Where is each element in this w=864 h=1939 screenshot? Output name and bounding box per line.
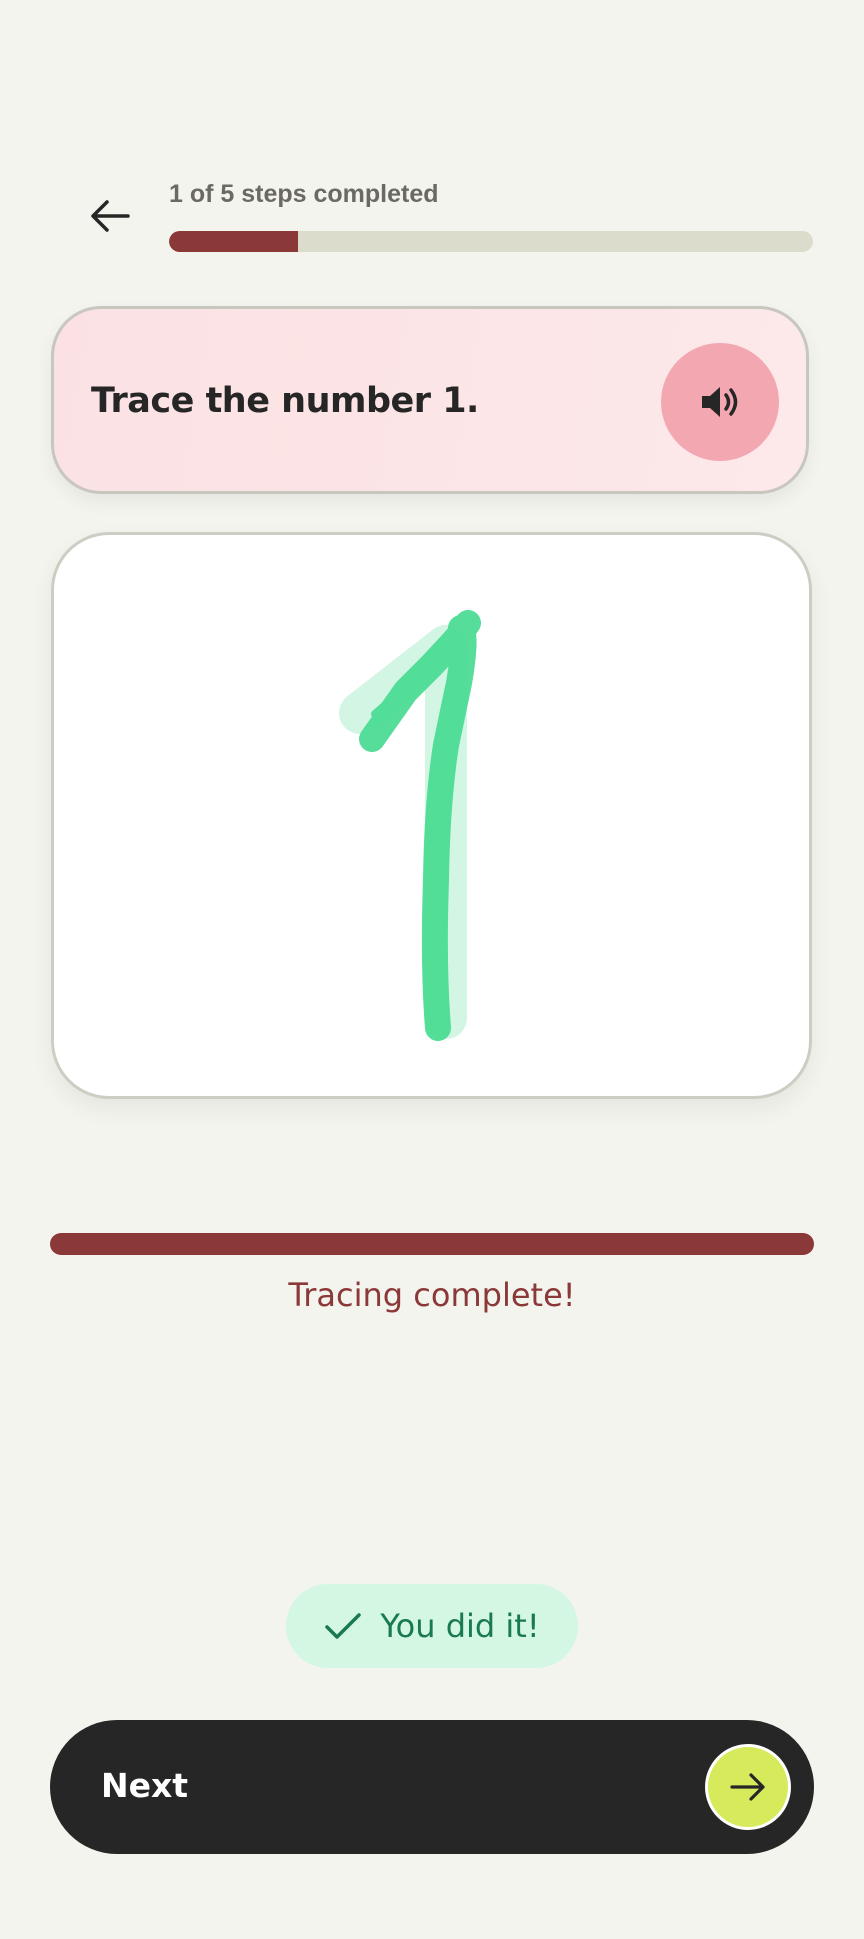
tracing-progress-fill bbox=[50, 1233, 814, 1255]
arrow-right-icon bbox=[730, 1773, 765, 1801]
success-badge: You did it! bbox=[286, 1584, 578, 1668]
tracing-status-text: Tracing complete! bbox=[288, 1276, 576, 1314]
instruction-card: Trace the number 1. bbox=[51, 306, 809, 494]
arrow-left-icon bbox=[91, 200, 130, 232]
instruction-text: Trace the number 1. bbox=[91, 381, 479, 421]
steps-progress-text: 1 of 5 steps completed bbox=[169, 180, 439, 208]
tracing-progress-bar bbox=[50, 1233, 814, 1255]
check-icon bbox=[325, 1613, 362, 1639]
next-arrow-circle bbox=[705, 1744, 791, 1830]
success-text: You did it! bbox=[380, 1607, 540, 1645]
steps-progress-bar bbox=[169, 231, 813, 252]
speaker-icon bbox=[702, 387, 738, 417]
play-audio-button[interactable] bbox=[661, 343, 779, 461]
steps-progress-fill bbox=[169, 231, 298, 252]
back-button[interactable] bbox=[80, 186, 140, 246]
tracing-canvas[interactable] bbox=[51, 532, 812, 1099]
next-button[interactable]: Next bbox=[50, 1720, 814, 1854]
tracing-drawing bbox=[339, 610, 481, 1041]
next-button-label: Next bbox=[101, 1766, 189, 1805]
